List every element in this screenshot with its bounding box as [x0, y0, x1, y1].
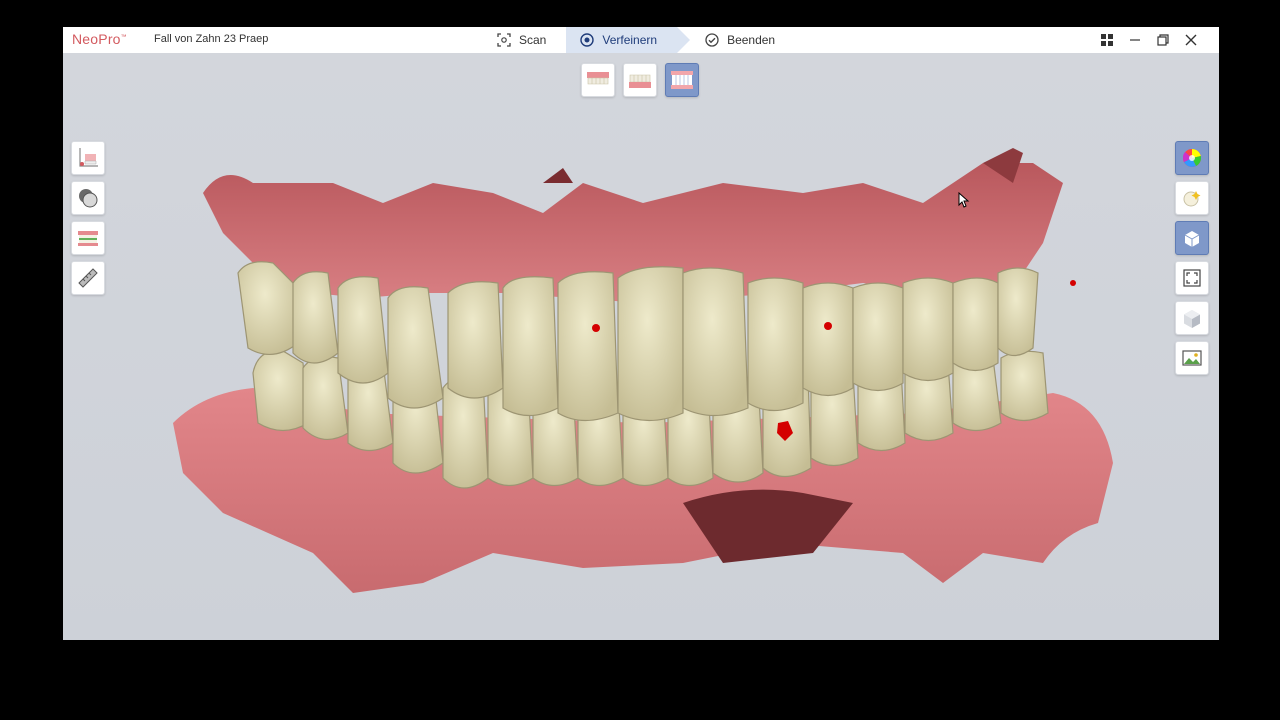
step-refine-label: Verfeinern — [602, 33, 658, 47]
upper-jaw-view-button[interactable] — [581, 63, 615, 97]
color-wheel-icon — [1182, 148, 1202, 167]
app-window: NeoPro™ Fall von Zahn 23 Praep Scan Verf… — [63, 27, 1219, 640]
step-scan[interactable]: Scan — [483, 27, 566, 53]
3d-viewport[interactable] — [63, 53, 1219, 640]
app-logo: NeoPro™ — [72, 31, 127, 47]
step-finish[interactable]: Beenden — [691, 27, 795, 53]
both-jaws-view-button[interactable] — [665, 63, 699, 97]
texture-icon — [1183, 191, 1201, 207]
measure-ruler-icon — [78, 268, 98, 288]
restore-icon[interactable] — [1149, 27, 1177, 53]
screenshot-image-icon — [1182, 350, 1202, 366]
right-toolbar — [1175, 141, 1209, 375]
cube-view-button[interactable] — [1175, 301, 1209, 335]
view-cube-icon — [1184, 231, 1200, 247]
apps-grid-icon[interactable] — [1093, 27, 1121, 53]
both-jaws-icon — [671, 71, 693, 89]
screenshot-button[interactable] — [1175, 341, 1209, 375]
minimize-icon[interactable] — [1121, 27, 1149, 53]
occlusion-tool-button[interactable] — [71, 221, 105, 255]
title-bar: NeoPro™ Fall von Zahn 23 Praep Scan Verf… — [63, 27, 1219, 54]
material-tool-button[interactable] — [71, 181, 105, 215]
lower-jaw-icon — [629, 74, 651, 88]
workflow-steps: Scan Verfeinern Beenden — [483, 27, 795, 53]
scan-icon — [497, 33, 511, 47]
step-scan-label: Scan — [519, 33, 547, 47]
measure-ruler-button[interactable] — [71, 261, 105, 295]
jaw-view-selector — [581, 63, 699, 97]
texture-button[interactable] — [1175, 181, 1209, 215]
step-refine[interactable]: Verfeinern — [566, 27, 690, 53]
cube-icon — [1184, 310, 1200, 328]
fit-to-screen-button[interactable] — [1175, 261, 1209, 295]
left-toolbar — [71, 141, 105, 295]
view-cube-button[interactable] — [1175, 221, 1209, 255]
upper-jaw-icon — [587, 72, 609, 85]
trim-tool-button[interactable] — [71, 141, 105, 175]
lower-jaw-view-button[interactable] — [623, 63, 657, 97]
refine-icon — [580, 33, 595, 47]
fit-to-screen-icon — [1183, 269, 1201, 287]
close-icon[interactable] — [1177, 27, 1205, 53]
dental-scan-model[interactable] — [163, 123, 1123, 603]
occlusion-tool-icon — [78, 231, 98, 246]
window-controls — [1093, 27, 1205, 53]
check-circle-icon — [705, 33, 719, 47]
case-title: Fall von Zahn 23 Praep — [154, 33, 269, 45]
trim-tool-icon — [79, 148, 98, 167]
mouse-cursor-icon — [958, 192, 970, 208]
material-tool-icon — [79, 189, 98, 208]
step-finish-label: Beenden — [727, 33, 776, 47]
color-toggle-button[interactable] — [1175, 141, 1209, 175]
